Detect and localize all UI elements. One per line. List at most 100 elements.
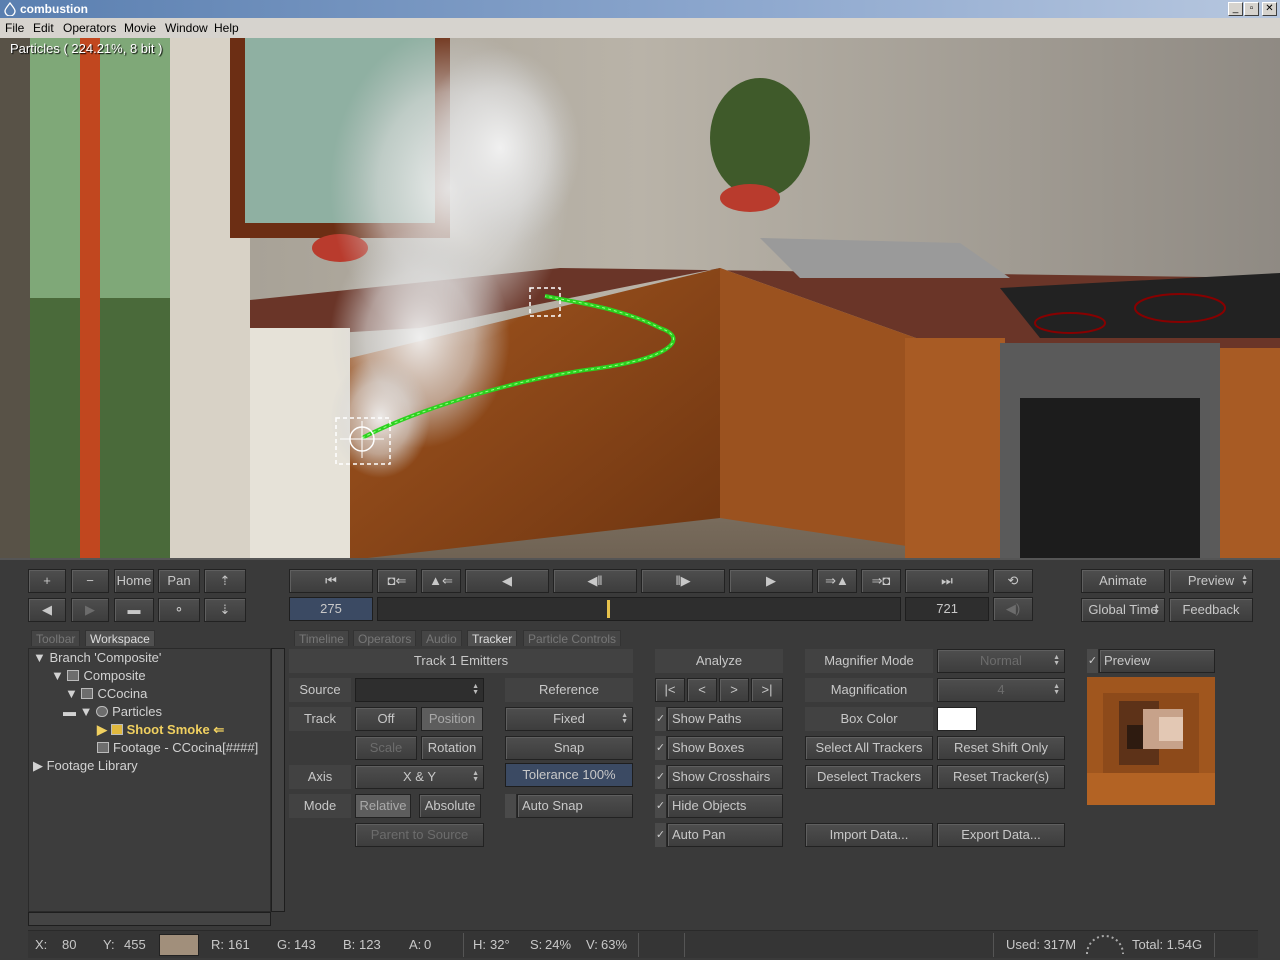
composition-viewport[interactable]: Particles ( 224.21%, 8 bit )	[0, 38, 1280, 560]
menu-help[interactable]: Help	[214, 21, 239, 35]
end-frame-field[interactable]: 721	[905, 597, 989, 621]
show-boxes-label[interactable]: Show Boxes	[667, 736, 783, 760]
y-label: Y:	[103, 937, 115, 952]
animate-button[interactable]: Animate	[1081, 569, 1165, 593]
tab-operators[interactable]: Operators	[353, 630, 417, 646]
mode-relative-button[interactable]: Relative	[355, 794, 411, 818]
tree-vertical-scrollbar[interactable]	[271, 648, 285, 912]
pan-button[interactable]: Pan	[158, 569, 200, 593]
loop-icon[interactable]: ⟲	[993, 569, 1033, 593]
tab-tracker[interactable]: Tracker	[467, 630, 518, 646]
snap-button[interactable]: Snap	[505, 736, 633, 760]
close-button[interactable]: ✕	[1262, 2, 1277, 16]
source-dropdown[interactable]: ▲ ▼	[355, 678, 484, 702]
tree-item-particles[interactable]: ▬ ▼ Particles	[63, 703, 162, 721]
hide-objects-checkbox[interactable]: ✓	[655, 794, 667, 818]
current-frame-field[interactable]: 275	[289, 597, 373, 621]
reset-shift-only-button[interactable]: Reset Shift Only	[937, 736, 1065, 760]
step-back-icon[interactable]: ◀‖	[553, 569, 637, 593]
step-forward-icon[interactable]: ‖▶	[641, 569, 725, 593]
menu-file[interactable]: File	[5, 21, 24, 35]
menu-movie[interactable]: Movie	[124, 21, 156, 35]
tree-item-shoot-smoke[interactable]: ▶ Shoot Smoke ⇐	[97, 721, 224, 739]
tolerance-slider[interactable]: Tolerance 100%	[505, 763, 633, 787]
back-arrow-icon[interactable]: ◀	[28, 598, 66, 622]
parent-to-source-button[interactable]: Parent to Source	[355, 823, 484, 847]
forward-arrow-icon[interactable]: ▶	[71, 598, 109, 622]
analyze-back-icon[interactable]: <	[687, 678, 717, 702]
restore-button[interactable]: ▫	[1244, 2, 1259, 16]
memory-used: Used: 317M	[1006, 937, 1077, 952]
tree-item-ccocina[interactable]: ▼ CCocina	[65, 685, 147, 703]
menu-edit[interactable]: Edit	[33, 21, 54, 35]
select-all-trackers-button[interactable]: Select All Trackers	[805, 736, 933, 760]
show-paths-label[interactable]: Show Paths	[667, 707, 783, 731]
analyze-forward-icon[interactable]: >	[719, 678, 749, 702]
tree-horizontal-scrollbar[interactable]	[28, 912, 271, 926]
memory-total: Total: 1.54G	[1132, 937, 1203, 952]
auto-snap-checkbox[interactable]	[505, 794, 517, 818]
zoom-out-button[interactable]: −	[71, 569, 109, 593]
mark-in-icon[interactable]: ◘⇐	[377, 569, 417, 593]
zoom-in-button[interactable]: +	[28, 569, 66, 593]
mark-out-icon[interactable]: ⇒◘	[861, 569, 901, 593]
magnifier-mode-dropdown[interactable]: Normal ▲ ▼	[937, 649, 1065, 673]
time-slider[interactable]	[377, 597, 901, 621]
menu-operators[interactable]: Operators	[63, 21, 116, 35]
global-time-dropdown[interactable]: Global Time ▲ ▼	[1081, 598, 1165, 622]
reset-trackers-button[interactable]: Reset Tracker(s)	[937, 765, 1065, 789]
tree-item-composite[interactable]: ▼ Composite	[51, 667, 146, 685]
deselect-trackers-button[interactable]: Deselect Trackers	[805, 765, 933, 789]
axis-dropdown[interactable]: X & Y ▲ ▼	[355, 765, 484, 789]
track-scale-button[interactable]: Scale	[355, 736, 417, 760]
tree-item-footage-library[interactable]: ▶ Footage Library	[33, 757, 138, 775]
play-reverse-icon[interactable]: ◀	[465, 569, 549, 593]
home-button[interactable]: Home	[114, 569, 154, 593]
show-crosshairs-checkbox[interactable]: ✓	[655, 765, 667, 789]
go-to-end-icon[interactable]: ⏭	[905, 569, 989, 593]
go-to-start-icon[interactable]: ⏮	[289, 569, 373, 593]
play-icon[interactable]: ▶	[729, 569, 813, 593]
tab-timeline[interactable]: Timeline	[294, 630, 349, 646]
preview-dropdown[interactable]: Preview ▲ ▼	[1169, 569, 1253, 593]
audio-icon[interactable]: ◀)	[993, 597, 1033, 621]
show-paths-checkbox[interactable]: ✓	[655, 707, 667, 731]
track-position-button[interactable]: Position	[421, 707, 483, 731]
tree-item-branch[interactable]: ▼ Branch 'Composite'	[33, 649, 161, 667]
track-off-button[interactable]: Off	[355, 707, 417, 731]
display-mode-icon[interactable]: ▬	[114, 598, 154, 622]
magnification-dropdown[interactable]: 4 ▲ ▼	[937, 678, 1065, 702]
auto-pan-label[interactable]: Auto Pan	[667, 823, 783, 847]
tab-particle-controls[interactable]: Particle Controls	[523, 630, 622, 646]
tab-workspace[interactable]: Workspace	[85, 630, 155, 646]
show-boxes-checkbox[interactable]: ✓	[655, 736, 667, 760]
minimize-button[interactable]: _	[1228, 2, 1243, 16]
menu-window[interactable]: Window	[165, 21, 208, 35]
feedback-button[interactable]: Feedback	[1169, 598, 1253, 622]
tab-toolbar[interactable]: Toolbar	[31, 630, 81, 646]
mode-absolute-button[interactable]: Absolute	[419, 794, 481, 818]
layout-icon[interactable]: ⚬	[158, 598, 200, 622]
upload-icon[interactable]: ⇡	[204, 569, 246, 593]
next-key-icon[interactable]: ⇒▲	[817, 569, 857, 593]
track-rotation-button[interactable]: Rotation	[421, 736, 483, 760]
preview-checkbox[interactable]: ✓	[1087, 649, 1099, 673]
box-color-swatch[interactable]	[937, 707, 977, 731]
export-data-button[interactable]: Export Data...	[937, 823, 1065, 847]
hide-objects-label[interactable]: Hide Objects	[667, 794, 783, 818]
download-icon[interactable]: ⇣	[204, 598, 246, 622]
tree-item-footage[interactable]: Footage - CCocina[####]	[97, 739, 258, 757]
reference-dropdown[interactable]: Fixed ▲ ▼	[505, 707, 633, 731]
auto-pan-checkbox[interactable]: ✓	[655, 823, 667, 847]
import-data-button[interactable]: Import Data...	[805, 823, 933, 847]
previous-key-icon[interactable]: ▲⇐	[421, 569, 461, 593]
workspace-tree: ▼ Branch 'Composite' ▼ Composite ▼ CCoci…	[28, 648, 271, 912]
auto-snap-label[interactable]: Auto Snap	[517, 794, 633, 818]
tab-audio[interactable]: Audio	[421, 630, 462, 646]
playhead[interactable]	[607, 600, 610, 618]
analyze-end-icon[interactable]: >|	[751, 678, 783, 702]
show-crosshairs-label[interactable]: Show Crosshairs	[667, 765, 783, 789]
analyze-start-icon[interactable]: |<	[655, 678, 685, 702]
preview-label[interactable]: Preview	[1099, 649, 1215, 673]
viewport-label: Particles ( 224.21%, 8 bit )	[10, 41, 163, 56]
